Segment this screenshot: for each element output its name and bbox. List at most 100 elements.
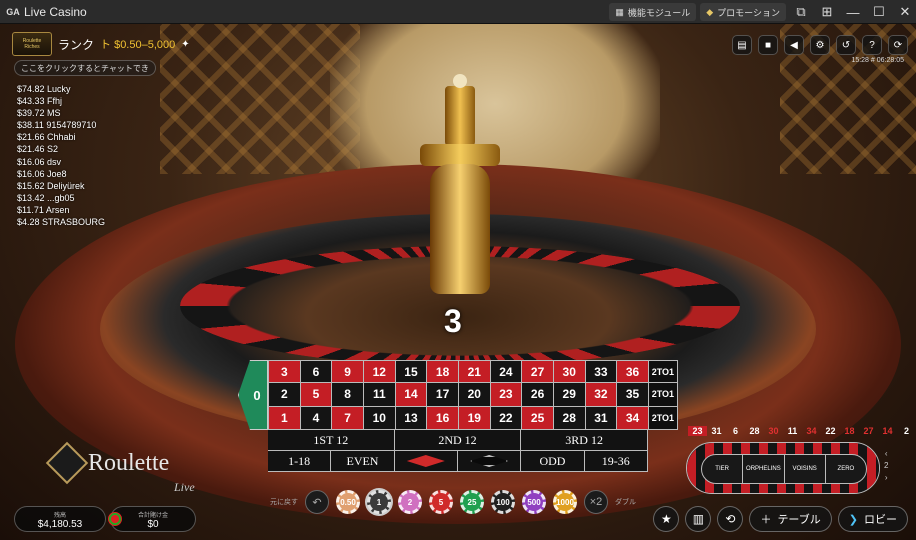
bet-number[interactable]: 33 <box>585 360 618 384</box>
bet-number[interactable]: 7 <box>332 406 364 430</box>
chevron-up-icon[interactable]: ‹ <box>884 448 888 460</box>
close-button[interactable]: ✕ <box>894 1 916 23</box>
balance-display: 残高 $4,180.53 <box>14 506 106 532</box>
bet-number[interactable]: 34 <box>617 406 649 430</box>
bet-number[interactable]: 25 <box>522 406 554 430</box>
double-button[interactable]: ×2 <box>584 490 608 514</box>
bet-number[interactable]: 32 <box>585 383 618 407</box>
bet-number[interactable]: 15 <box>395 360 428 384</box>
history-icon[interactable]: ↺ <box>836 35 856 55</box>
bet-even[interactable]: EVEN <box>331 451 395 472</box>
bet-column[interactable]: 2TO1 <box>648 383 678 407</box>
bet-number[interactable]: 27 <box>522 360 554 384</box>
winner-entry: $16.06 Joe8 <box>17 168 67 179</box>
statistics-icon[interactable]: ▥ <box>685 506 712 532</box>
chip-button[interactable]: 1 <box>367 490 391 514</box>
bet-number[interactable]: 10 <box>363 406 396 430</box>
bet-number[interactable]: 16 <box>427 406 459 430</box>
bet-number[interactable]: 11 <box>363 383 396 407</box>
chip-button[interactable]: 5 <box>429 490 453 514</box>
chip-button[interactable]: 0.50 <box>336 490 360 514</box>
modules-button[interactable]: ▦ 機能モジュール <box>609 3 697 21</box>
bet-number[interactable]: 17 <box>427 383 459 407</box>
bet-number[interactable]: 31 <box>585 406 618 430</box>
window-title: Live Casino <box>24 4 87 19</box>
undo-button[interactable]: ↶ <box>305 490 329 514</box>
race-tier[interactable]: TIER <box>702 455 744 483</box>
chip-button[interactable]: 100 <box>491 490 515 514</box>
bet-number[interactable]: 23 <box>490 383 523 407</box>
refresh-icon[interactable]: ⟳ <box>888 35 908 55</box>
chat-input[interactable]: ここをクリックするとチャットでき <box>14 60 156 76</box>
table-limits[interactable]: ト $0.50–5,000 <box>100 36 175 52</box>
bet-high[interactable]: 19-36 <box>584 451 648 472</box>
add-table-label: テーブル <box>777 514 821 526</box>
bet-black[interactable] <box>457 451 522 472</box>
double-label: ダブル <box>615 499 636 506</box>
bet-number[interactable]: 35 <box>617 383 649 407</box>
tile-icon[interactable]: ⧉ <box>790 1 812 23</box>
race-orphelins[interactable]: ORPHELINS <box>743 455 785 483</box>
chip-button[interactable]: 1000 <box>553 490 577 514</box>
bet-number[interactable]: 2 <box>269 383 301 407</box>
bet-number[interactable]: 5 <box>300 383 333 407</box>
bet-number[interactable]: 12 <box>363 360 396 384</box>
chip-button[interactable]: 500 <box>522 490 546 514</box>
bet-column[interactable]: 2TO1 <box>648 406 678 430</box>
settings-icon[interactable]: ⚙ <box>810 35 830 55</box>
repeat-icon[interactable]: ⟲ <box>717 506 744 532</box>
bet-column[interactable]: 2TO1 <box>648 360 678 384</box>
winner-entry: $38.11 9154789710 <box>17 120 97 131</box>
chip-button[interactable]: 2 <box>398 490 422 514</box>
bet-number[interactable]: 24 <box>490 360 523 384</box>
bet-odd[interactable]: ODD <box>521 451 585 472</box>
help-icon[interactable]: ? <box>862 35 882 55</box>
maximize-button[interactable]: ☐ <box>868 1 890 23</box>
bet-number[interactable]: 1 <box>269 406 301 430</box>
dozen-bets: 1ST 12 2ND 12 3RD 12 <box>268 430 648 451</box>
chat-icon[interactable]: ▤ <box>732 35 752 55</box>
bet-number[interactable]: 4 <box>300 406 333 430</box>
video-icon[interactable]: ■ <box>758 35 778 55</box>
grid-view-icon[interactable]: ⊞ <box>816 1 838 23</box>
bet-number[interactable]: 22 <box>490 406 523 430</box>
race-voisins[interactable]: VOISINS <box>785 455 826 483</box>
bet-number[interactable]: 3 <box>269 360 301 384</box>
bet-number[interactable]: 9 <box>332 360 364 384</box>
bet-number[interactable]: 26 <box>522 383 554 407</box>
add-table-button[interactable]: ＋ テーブル <box>749 506 832 532</box>
lobby-button[interactable]: ❯ ロビー <box>837 506 908 532</box>
history-result: 14 <box>882 426 893 436</box>
sound-icon[interactable]: ◀ <box>784 35 804 55</box>
bet-number[interactable]: 8 <box>332 383 364 407</box>
total-bet-label: 合計賭け金 <box>137 513 168 519</box>
total-bet-display: 合計賭け金 $0 <box>110 506 196 532</box>
bet-number[interactable]: 28 <box>553 406 586 430</box>
minimize-button[interactable]: — <box>842 1 864 23</box>
game-header: Roulette Riches ランク ト $0.50–5,000 ✦ <box>12 32 190 56</box>
bet-number[interactable]: 29 <box>553 383 586 407</box>
bet-dozen-2[interactable]: 2ND 12 <box>394 430 522 451</box>
rank-label[interactable]: ランク <box>58 36 94 53</box>
bet-dozen-3[interactable]: 3RD 12 <box>521 430 648 451</box>
bet-low[interactable]: 1-18 <box>268 451 332 472</box>
race-zero[interactable]: ZERO <box>826 455 866 483</box>
bet-number[interactable]: 36 <box>617 360 649 384</box>
bet-red[interactable] <box>394 451 458 472</box>
bet-number[interactable]: 14 <box>395 383 428 407</box>
bet-dozen-1[interactable]: 1ST 12 <box>268 430 395 451</box>
bet-number[interactable]: 20 <box>458 383 491 407</box>
bet-number[interactable]: 30 <box>553 360 586 384</box>
game-logo: Roulette <box>45 441 169 485</box>
bet-number[interactable]: 19 <box>458 406 491 430</box>
chevron-down-icon[interactable]: › <box>884 472 888 484</box>
bet-number[interactable]: 6 <box>300 360 333 384</box>
bet-number[interactable]: 18 <box>427 360 459 384</box>
bet-number[interactable]: 21 <box>458 360 491 384</box>
favorite-star-icon[interactable]: ★ <box>653 506 680 532</box>
pin-icon[interactable]: ✦ <box>181 39 189 50</box>
promotions-button[interactable]: ◆ プロモーション <box>700 3 786 21</box>
chip-button[interactable]: 25 <box>460 490 484 514</box>
bet-number[interactable]: 13 <box>395 406 428 430</box>
racetrack[interactable]: TIER ORPHELINS VOISINS ZERO <box>686 442 880 494</box>
